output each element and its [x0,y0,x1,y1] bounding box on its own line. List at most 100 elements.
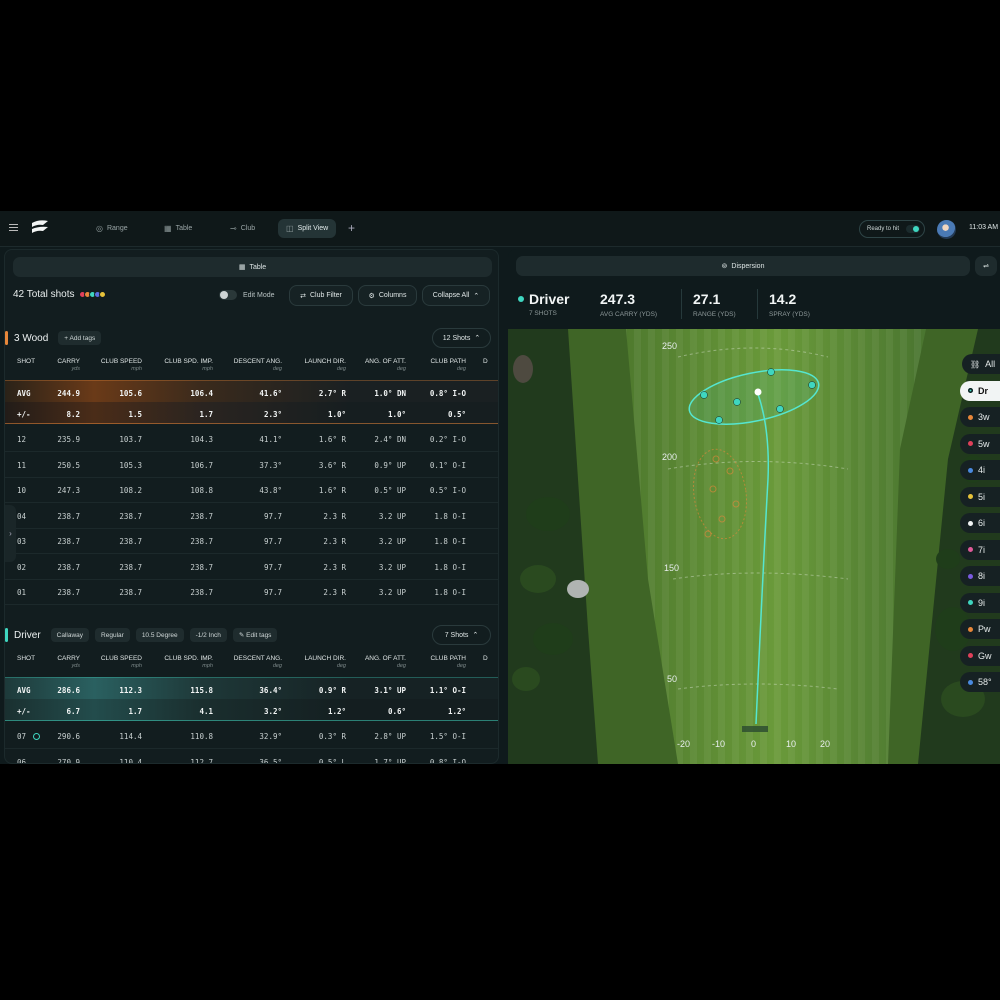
column-header[interactable]: ANG. OF ATT. deg [365,358,406,372]
tag-chip[interactable]: Regular [95,628,130,642]
club-chip-gw[interactable]: Gw [960,645,1000,666]
table-cell: 244.9 [57,389,80,398]
dispersion-map[interactable]: 250 200 150 50 -20 -10 0 10 20 ⛓ All Dr 3w 5… [508,329,1000,764]
divider [681,289,682,319]
shots-count-button[interactable]: 7 Shots ⌃ [432,625,491,645]
club-chip-6i[interactable]: 6i [960,513,1000,533]
shots-label: 12 Shots [442,334,471,342]
column-header[interactable]: D [483,655,488,662]
club-chip-label: 8i [978,571,986,581]
tag-chip[interactable]: + Add tags [58,331,102,345]
column-header[interactable]: CARRY yds [57,655,80,669]
table-row[interactable]: 07 290.6 114.4 110.8 32.9° 0.3° R 2.8° UP 1.5° … [5,724,498,749]
table-row[interactable]: 12 235.9 103.7 104.3 41.1° 1.6° R 2.4° DN 0.2° … [5,427,498,452]
column-label: DESCENT ANG. [233,358,282,365]
avatar[interactable] [937,220,956,239]
expand-sidebar-handle[interactable]: › [5,505,16,562]
dispersion-icon: ⊚ [721,263,728,270]
column-header[interactable]: CLUB SPEED mph [101,358,142,372]
edit-mode-label: Edit Mode [243,291,275,299]
column-header[interactable]: LAUNCH DIR. deg [304,655,346,669]
column-header[interactable]: D [483,358,488,365]
tab-club[interactable]: ⊸ Club [222,219,263,238]
table-row[interactable]: 02 238.7 238.7 238.7 97.7 2.3 R 3.2 UP 1.8 O-I [5,555,498,580]
club-chip-all[interactable]: ⛓ All [962,354,1000,374]
table-cell: 1.6° R [318,435,346,444]
column-header[interactable]: ANG. OF ATT. deg [365,655,406,669]
table-row[interactable]: 10 247.3 108.2 108.8 43.8° 1.6° R 0.5° UP 0.5° … [5,478,498,503]
tag-chip[interactable]: ✎ Edit tags [232,628,278,642]
table-cell: 02 [17,562,27,572]
table-cell: 0.5° [447,410,466,419]
column-header[interactable]: CLUB SPD. IMP. mph [164,655,213,669]
column-label: CLUB SPEED [100,655,142,662]
column-label: CLUB SPD. IMP. [164,655,213,662]
ready-to-hit-toggle[interactable]: Ready to hit [859,220,925,238]
gear-icon: ⚙ [368,292,375,300]
table-cell: 238.7 [57,511,80,521]
club-chip-5w[interactable]: 5w [960,433,1000,454]
edit-mode-toggle[interactable]: Edit Mode [219,290,275,300]
columns-button[interactable]: ⚙ Columns [358,285,417,306]
table-row[interactable]: 06 270.9 110.4 112.7 36.5° 0.5° L 1.7° UP 0.8° … [5,750,498,764]
column-unit: deg [272,663,282,669]
club-chip-4i[interactable]: 4i [960,460,1000,480]
column-label: LAUNCH DIR. [304,655,346,662]
club-chip-3w[interactable]: 3w [960,407,1000,427]
club-filter-button[interactable]: ⇄ Club Filter [289,285,353,306]
club-chip-dr[interactable]: Dr [960,380,1000,401]
table-row[interactable]: +/- 6.7 1.7 4.1 3.2° 1.2° 0.6° 1.2° [5,699,498,721]
dispersion-header-bar[interactable]: ⊚ Dispersion [516,256,970,276]
column-unit: deg [456,663,466,669]
table-row[interactable]: 01 238.7 238.7 238.7 97.7 2.3 R 3.2 UP 1.8 O-I [5,580,498,605]
club-chip-5i[interactable]: 5i [960,486,1000,507]
settings-sliders-button[interactable]: ⇌ [975,256,997,276]
table-cell: 1.7 [128,707,142,716]
tab-table[interactable]: ▦ Table [156,219,200,238]
collapse-all-button[interactable]: Collapse All ⌃ [422,285,490,306]
tab-split-view[interactable]: ◫ Split View [278,219,337,238]
column-header[interactable]: DESCENT ANG. deg [234,655,282,669]
table-cell: 1.1° O-I [429,686,466,695]
shots-label: 7 Shots [444,631,469,639]
column-header[interactable]: SHOT [17,358,35,365]
chevron-up-icon: ⌃ [473,292,480,300]
column-header[interactable]: DESCENT ANG. deg [234,358,282,372]
table-header-bar[interactable]: ▦ Table [13,257,492,277]
add-tab-button[interactable]: + [348,221,355,235]
club-chip-pw[interactable]: Pw [960,619,1000,639]
club-chip-58deg[interactable]: 58° [960,672,1000,692]
table-row[interactable]: 11 250.5 105.3 106.7 37.3° 3.6° R 0.9° UP 0.1° … [5,453,498,478]
table-row[interactable]: +/- 8.2 1.5 1.7 2.3° 1.0° 1.0° 0.5° [5,402,498,424]
column-header[interactable]: CLUB PATH deg [430,358,466,372]
x-axis-label: 20 [820,739,831,749]
club-chip-7i[interactable]: 7i [960,539,1000,560]
tab-label: Range [106,225,128,232]
table-cell: 41.6° [259,389,282,398]
column-header[interactable]: LAUNCH DIR. deg [304,358,346,372]
table-row[interactable]: 04 238.7 238.7 238.7 97.7 2.3 R 3.2 UP 1.8 O-I [5,504,498,529]
column-header[interactable]: CLUB PATH deg [430,655,466,669]
table-cell: 2.7° R [318,389,346,398]
shots-count-button[interactable]: 12 Shots ⌃ [432,328,491,348]
table-row[interactable]: AVG 286.6 112.3 115.8 36.4° 0.9° R 3.1° UP 1.1°… [5,677,498,699]
tag-chip[interactable]: Callaway [50,628,90,642]
column-header[interactable]: CLUB SPEED mph [101,655,142,669]
table-row[interactable]: 03 238.7 238.7 238.7 97.7 2.3 R 3.2 UP 1.8 O-I [5,529,498,554]
menu-icon[interactable] [9,224,18,231]
table-cell: 0.9° UP [374,460,406,470]
tab-range[interactable]: ◎ Range [88,219,136,238]
club-chip-9i[interactable]: 9i [960,592,1000,613]
table-cell: 238.7 [57,588,80,597]
tag-chip[interactable]: 10.5 Degree [135,628,184,642]
stat-value: 27.1 [693,291,721,307]
selected-shot-icon [33,733,40,740]
table-cell: 41.1° [259,435,282,444]
club-name: Driver [529,291,570,307]
tag-chip[interactable]: -1/2 Inch [189,628,227,642]
column-header[interactable]: SHOT [17,655,35,662]
table-row[interactable]: AVG 244.9 105.6 106.4 41.6° 2.7° R 1.0° DN 0.8°… [5,380,498,402]
column-header[interactable]: CLUB SPD. IMP. mph [164,358,213,372]
column-header[interactable]: CARRY yds [57,358,80,372]
club-chip-8i[interactable]: 8i [960,566,1000,586]
